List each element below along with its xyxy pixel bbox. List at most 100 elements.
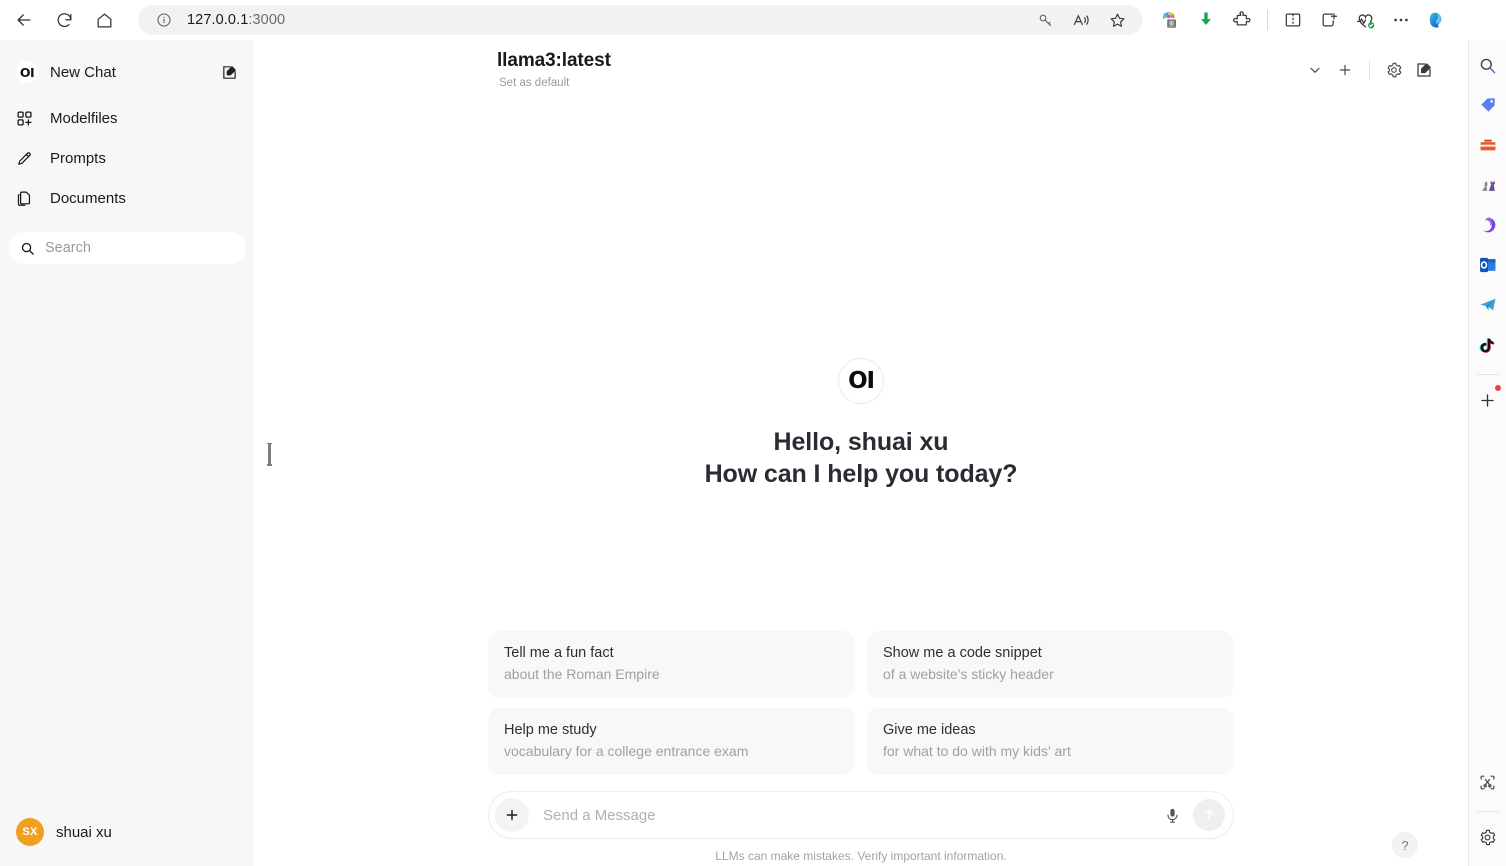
sidebar-item-label: Documents [50,189,126,207]
sidebar-divider [1476,811,1499,812]
add-sidebar-app-icon[interactable] [1473,383,1503,417]
search-icon[interactable] [1473,48,1503,82]
suggestion-grid: Tell me a fun fact about the Roman Empir… [488,631,1234,775]
chat-settings-button[interactable] [1380,56,1408,84]
search-input[interactable] [45,240,234,256]
pencil-icon [16,150,42,167]
suggestion-card[interactable]: Tell me a fun fact about the Roman Empir… [488,631,855,698]
read-aloud-icon[interactable] [1065,5,1097,35]
microsoft365-icon[interactable] [1473,208,1503,242]
set-as-default-link[interactable]: Set as default [499,77,611,89]
add-collection-icon[interactable] [1312,3,1346,37]
search-box[interactable] [8,232,246,264]
suggestion-subtitle: for what to do with my kids' art [883,743,1071,759]
plus-attach-icon[interactable] [495,798,529,832]
greeting-line-2: How can I help you today? [704,460,1018,488]
sidebar-item-documents[interactable]: Documents [8,178,246,218]
avatar: SX [16,818,44,846]
send-arrow-up-icon[interactable] [1193,799,1225,831]
suggestion-title: Give me ideas [883,722,976,738]
password-key-icon[interactable] [1029,5,1061,35]
settings-more-icon[interactable] [1384,3,1418,37]
shopping-tag-icon[interactable] [1473,88,1503,122]
sidebar-settings-icon[interactable] [1473,820,1503,854]
suggestion-subtitle: about the Roman Empire [504,666,660,682]
sidebar-item-new-chat[interactable]: OI New Chat [8,52,246,92]
url-port: :3000 [248,12,286,28]
documents-icon [16,190,42,207]
app-sidebar: OI New Chat Modelfiles Prompts Documents… [0,40,254,866]
home-icon[interactable] [86,2,122,38]
message-composer[interactable] [488,791,1234,839]
tools-toolbox-icon[interactable] [1473,128,1503,162]
openwebui-logo-icon: OI [838,358,884,404]
suggestion-title: Help me study [504,722,597,738]
composer-area: Tell me a fun fact about the Roman Empir… [254,631,1468,866]
open-webui-app: OI New Chat Modelfiles Prompts Documents… [0,40,1468,866]
welcome-logo-text: OI [848,368,875,394]
model-selector[interactable]: llama3:latest Set as default [497,50,611,89]
compose-edit-icon[interactable] [221,64,238,81]
suggestion-card[interactable]: Show me a code snippet of a website's st… [867,631,1234,698]
refresh-icon[interactable] [46,2,82,38]
split-screen-icon[interactable] [1276,3,1310,37]
edge-sidebar-bottom [1473,765,1503,866]
browser-essentials-icon[interactable] [1348,3,1382,37]
suggestion-subtitle: vocabulary for a college entrance exam [504,743,749,759]
sidebar-item-prompts[interactable]: Prompts [8,138,246,178]
sidebar-search-wrapper [8,232,246,264]
message-input[interactable] [543,806,1157,824]
text-cursor [267,442,272,466]
browser-extension-icons: 美 [1153,3,1454,37]
svg-text:美: 美 [1168,19,1175,28]
suggestion-title: Tell me a fun fact [504,645,614,661]
sidebar-item-label: Prompts [50,149,106,167]
user-name: shuai xu [56,823,112,841]
address-bar[interactable]: 127.0.0.1:3000 [138,5,1143,35]
openwebui-logo-icon: OI [16,61,42,83]
downloads-icon[interactable] [1189,3,1223,37]
chat-main: llama3:latest Set as default OI Hello, s… [254,40,1468,866]
sidebar-item-modelfiles[interactable]: Modelfiles [8,98,246,138]
copilot-icon[interactable] [1420,3,1454,37]
url-host: 127.0.0.1 [187,12,249,28]
sidebar-divider [1476,374,1499,375]
microphone-icon[interactable] [1157,800,1187,830]
sidebar-item-label: Modelfiles [50,109,118,127]
help-button[interactable]: ? [1392,832,1418,858]
tiktok-icon[interactable] [1473,328,1503,362]
back-arrow-icon[interactable] [6,2,42,38]
site-info-icon[interactable] [153,9,175,31]
user-profile-row[interactable]: SX shuai xu [8,808,246,856]
browser-toolbar: 127.0.0.1:3000 美 [0,0,1506,40]
new-chat-compose-button[interactable] [1410,56,1438,84]
greeting-line-1: Hello, shuai xu [773,428,949,456]
translate-extension-icon[interactable]: 美 [1153,3,1187,37]
sidebar-new-chat-label: New Chat [50,63,116,81]
chat-header: llama3:latest Set as default [254,40,1468,102]
suggestion-card[interactable]: Help me study vocabulary for a college e… [488,708,855,775]
edge-sidebar [1468,40,1506,866]
search-icon [20,241,35,256]
outlook-icon[interactable] [1473,248,1503,282]
url-text: 127.0.0.1:3000 [187,12,285,28]
model-name: llama3:latest [497,50,611,71]
telegram-icon[interactable] [1473,288,1503,322]
games-icon[interactable] [1473,168,1503,202]
modelfiles-grid-icon [16,110,42,127]
suggestion-card[interactable]: Give me ideas for what to do with my kid… [867,708,1234,775]
model-dropdown-chevron[interactable] [1301,56,1329,84]
extensions-puzzle-icon[interactable] [1225,3,1259,37]
notification-dot [1494,385,1501,391]
sidebar-logo-text: OI [16,61,38,83]
add-model-button[interactable] [1331,56,1359,84]
chat-header-actions [1301,50,1438,84]
llm-disclaimer: LLMs can make mistakes. Verify important… [715,849,1007,863]
greeting-heading: Hello, shuai xu How can I help you today… [705,426,1018,490]
suggestion-subtitle: of a website's sticky header [883,666,1054,682]
screenshot-snip-icon[interactable] [1473,765,1503,799]
toolbar-divider [1267,10,1268,30]
add-favorite-star-icon[interactable] [1101,5,1133,35]
suggestion-title: Show me a code snippet [883,645,1042,661]
